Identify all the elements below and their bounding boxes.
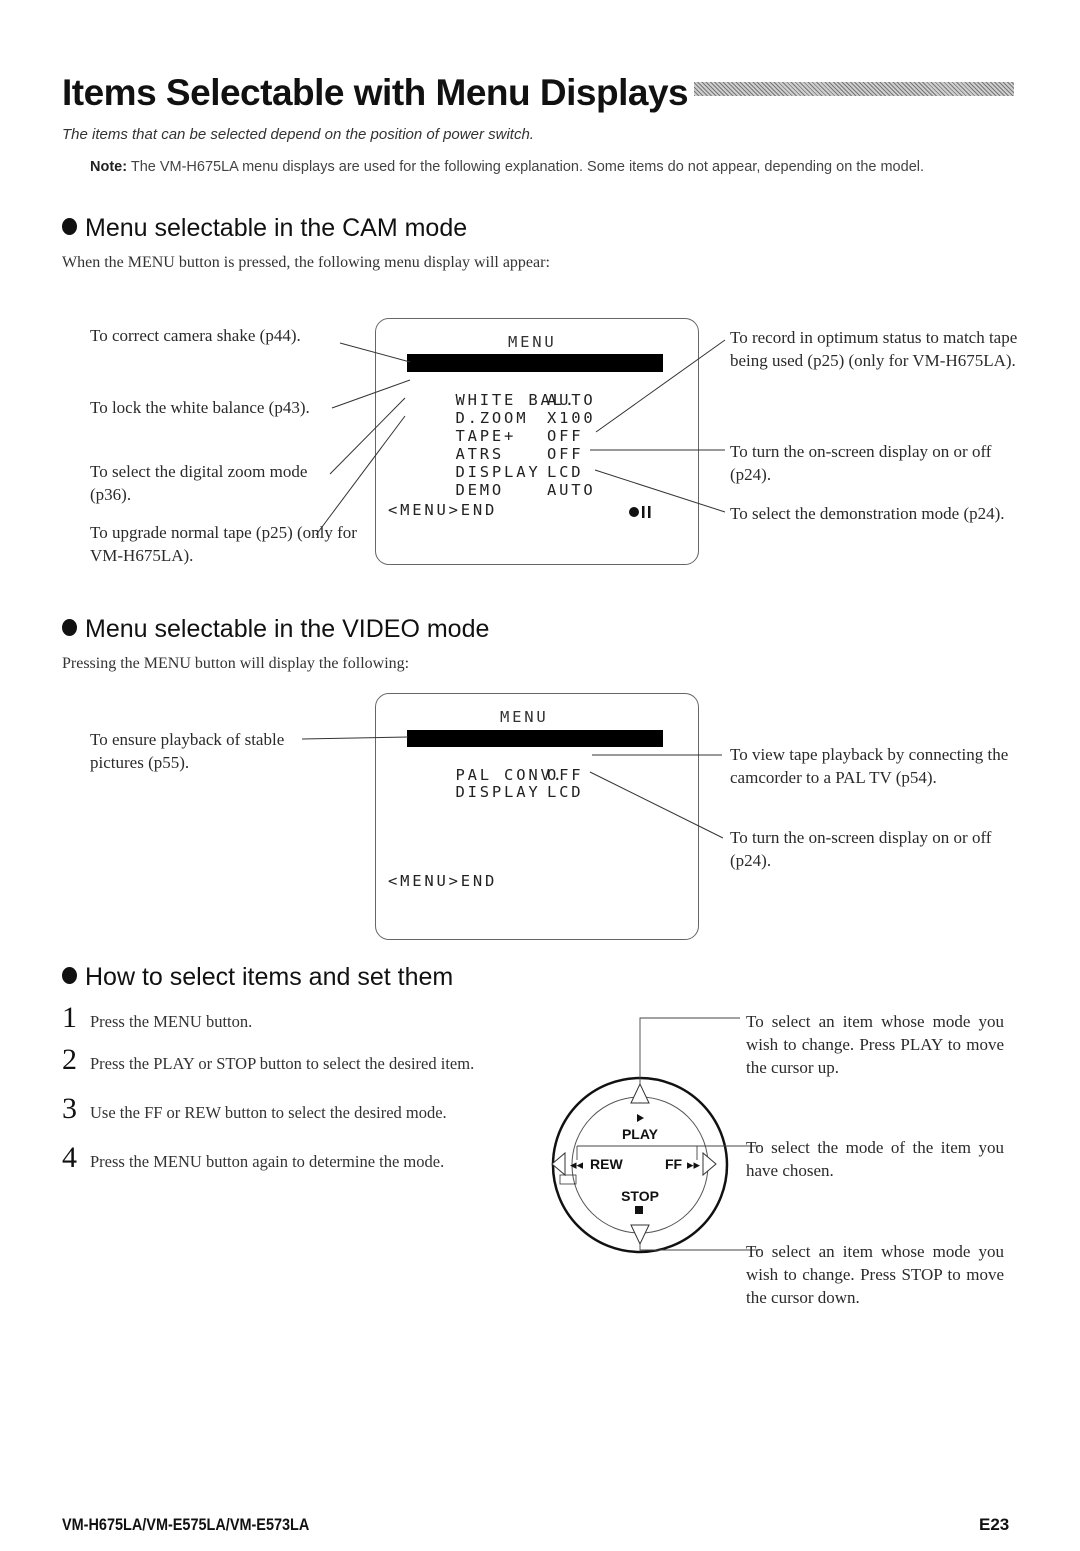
control-pad-diagram: PLAY ◂◂ REW FF ▸▸ STOP <box>551 1017 760 1254</box>
play-button[interactable]: PLAY <box>622 1082 659 1142</box>
rew-label: REW <box>590 1156 623 1172</box>
callout-stop: To select an item whose mode you wish to… <box>746 1242 1004 1307</box>
play-label: PLAY <box>622 1126 659 1142</box>
stop-icon <box>635 1206 643 1214</box>
step-number: 3 <box>62 1092 77 1125</box>
footer-models: VM-H675LA/VM-E575LA/VM-E573LA <box>62 1515 310 1534</box>
page-number: E23 <box>979 1515 1010 1534</box>
leader-d-zoom <box>329 397 406 475</box>
step-number: 2 <box>62 1043 77 1076</box>
bullet-icon <box>62 967 77 984</box>
play-icon <box>637 1114 644 1122</box>
pad-leader-lines <box>576 1017 760 1251</box>
leader-demo <box>594 469 726 513</box>
step-number: 1 <box>62 1001 77 1034</box>
leader-tape-plus <box>315 415 406 536</box>
step-text: Use the FF or REW button to select the d… <box>90 1103 447 1122</box>
leader-white-bal <box>331 379 411 409</box>
right-arrow-icon <box>702 1151 717 1177</box>
rew-button[interactable]: ◂◂ REW <box>551 1151 623 1185</box>
step-text: Press the MENU button again to determine… <box>90 1152 445 1171</box>
cam-leader-lines <box>315 339 726 536</box>
step-text: Press the PLAY or STOP button to select … <box>90 1054 475 1073</box>
howto-heading-text: How to select items and set them <box>85 963 454 991</box>
stop-label: STOP <box>621 1188 659 1204</box>
ff-label: FF <box>665 1156 683 1172</box>
leader-eis <box>339 342 411 363</box>
ff-button[interactable]: FF ▸▸ <box>665 1151 717 1177</box>
up-arrow-icon <box>630 1082 650 1104</box>
leader-tbc <box>301 736 409 740</box>
stop-button[interactable]: STOP <box>621 1188 659 1246</box>
down-arrow-icon <box>630 1224 650 1246</box>
callout-play: To select an item whose mode you wish to… <box>746 1012 1004 1077</box>
step-text: Press the MENU button. <box>90 1012 253 1031</box>
leader-atrs <box>595 339 726 433</box>
callout-rew-ff: To select the mode of the item you have … <box>746 1138 1004 1180</box>
step-number: 4 <box>62 1141 77 1174</box>
ff-icon: ▸▸ <box>687 1157 701 1172</box>
leader-video-display <box>589 771 724 839</box>
video-leader-lines <box>301 736 724 839</box>
howto-section-heading: How to select items and set them <box>62 963 453 992</box>
